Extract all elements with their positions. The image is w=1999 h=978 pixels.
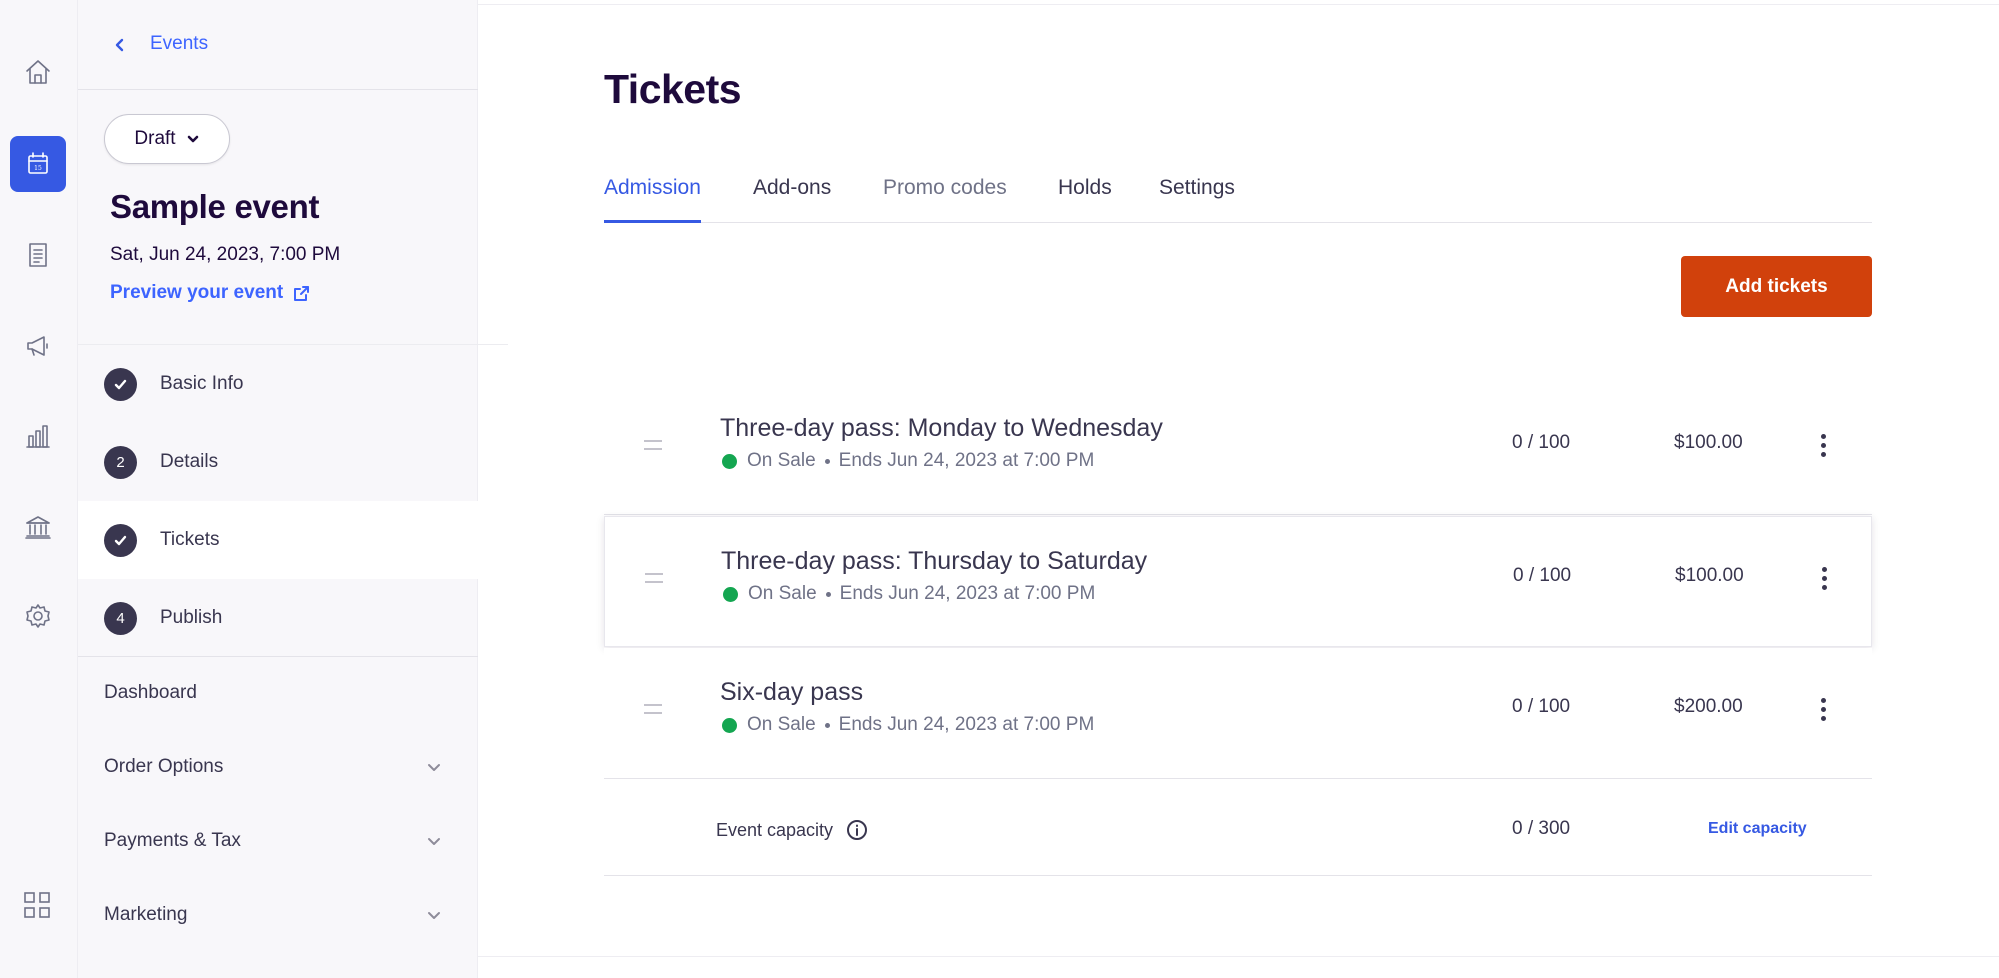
step-details[interactable]: 2 Details	[78, 423, 478, 501]
step-number-badge: 4	[104, 601, 137, 635]
ticket-price: $100.00	[1675, 565, 1744, 586]
ticket-status: On Sale Ends Jun 24, 2023 at 7:00 PM	[723, 583, 1095, 605]
check-icon	[114, 379, 127, 389]
back-to-events-link[interactable]: Events	[78, 0, 478, 90]
drag-handle-icon[interactable]	[644, 704, 662, 716]
ticket-status-label: On Sale	[748, 583, 817, 604]
calendar-icon[interactable]: 15	[10, 136, 66, 192]
separator-dot	[824, 458, 830, 464]
info-icon[interactable]	[845, 818, 869, 842]
tab-holds[interactable]: Holds	[1058, 170, 1112, 223]
bank-icon[interactable]	[10, 499, 66, 555]
drag-handle-icon[interactable]	[645, 573, 663, 585]
event-date: Sat, Jun 24, 2023, 7:00 PM	[110, 244, 341, 265]
status-dropdown[interactable]: Draft	[104, 114, 230, 164]
on-sale-status-dot	[722, 717, 737, 733]
step-tickets[interactable]: Tickets	[78, 501, 478, 579]
status-label: Draft	[134, 128, 176, 149]
step-label: Details	[160, 451, 219, 472]
bar-chart-icon[interactable]	[10, 408, 66, 464]
ticket-tabs: Admission Add-ons Promo codes Holds Sett…	[604, 170, 1872, 223]
ticket-status-label: On Sale	[747, 714, 816, 735]
nav-dashboard[interactable]: Dashboard	[78, 664, 478, 722]
bottom-divider	[478, 956, 1999, 957]
gear-icon[interactable]	[10, 588, 66, 644]
ticket-row[interactable]: Six-day pass On Sale Ends Jun 24, 2023 a…	[604, 648, 1872, 779]
sidebar-divider	[78, 656, 478, 657]
ticket-status: On Sale Ends Jun 24, 2023 at 7:00 PM	[722, 450, 1094, 472]
on-sale-status-dot	[723, 586, 738, 602]
more-options-icon[interactable]	[1808, 692, 1838, 726]
back-label: Events	[150, 32, 209, 54]
nav-label: Order Options	[104, 756, 224, 777]
ticket-end-date: Ends Jun 24, 2023 at 7:00 PM	[839, 583, 1096, 604]
tab-admission[interactable]: Admission	[604, 170, 701, 223]
add-tickets-button[interactable]: Add tickets	[1681, 256, 1872, 317]
top-divider	[478, 4, 1999, 5]
nav-label: Payments & Tax	[104, 830, 241, 851]
nav-order-options[interactable]: Order Options	[78, 738, 478, 796]
ticket-status: On Sale Ends Jun 24, 2023 at 7:00 PM	[722, 714, 1094, 736]
on-sale-status-dot	[722, 453, 737, 469]
tab-add-ons[interactable]: Add-ons	[753, 170, 831, 223]
separator-dot	[825, 591, 831, 597]
ticket-status-label: On Sale	[747, 450, 816, 471]
external-link-icon	[294, 285, 310, 301]
megaphone-icon[interactable]	[10, 318, 66, 374]
nav-payments-tax[interactable]: Payments & Tax	[78, 812, 478, 870]
event-title: Sample event	[110, 188, 320, 225]
ticket-quantity: 0 / 100	[1512, 696, 1571, 717]
svg-text:15: 15	[34, 165, 42, 172]
nav-label: Dashboard	[104, 682, 197, 703]
event-sidebar: Events Draft Sample event Sat, Jun 24, 2…	[78, 0, 508, 978]
separator-dot	[824, 722, 830, 728]
grid-icon[interactable]	[22, 890, 52, 920]
more-options-icon[interactable]	[1809, 561, 1839, 595]
ticket-name: Three-day pass: Thursday to Saturday	[721, 547, 1148, 575]
event-capacity-label-group: Event capacity	[716, 818, 869, 842]
ticket-name: Six-day pass	[720, 678, 864, 706]
tab-promo-codes[interactable]: Promo codes	[883, 170, 1007, 223]
edit-capacity-link[interactable]: Edit capacity	[1708, 820, 1807, 838]
step-complete-badge	[104, 523, 137, 557]
drag-handle-icon[interactable]	[644, 440, 662, 452]
event-capacity-label: Event capacity	[716, 819, 834, 840]
step-complete-badge	[104, 367, 137, 401]
event-capacity-row: Event capacity 0 / 300 Edit capacity	[604, 780, 1872, 876]
preview-label: Preview your event	[110, 282, 284, 303]
event-capacity-quantity: 0 / 300	[1512, 818, 1571, 839]
ticket-row[interactable]: Three-day pass: Thursday to Saturday On …	[604, 516, 1872, 647]
step-number-badge: 2	[104, 445, 137, 479]
tab-settings[interactable]: Settings	[1159, 170, 1235, 223]
ticket-quantity: 0 / 100	[1513, 565, 1572, 586]
ticket-quantity: 0 / 100	[1512, 432, 1571, 453]
nav-marketing[interactable]: Marketing	[78, 886, 478, 944]
chevron-down-icon	[187, 135, 198, 143]
home-icon[interactable]	[10, 44, 66, 100]
chevron-down-icon	[428, 764, 440, 771]
step-label: Basic Info	[160, 373, 244, 394]
more-options-icon[interactable]	[1808, 428, 1838, 462]
check-icon	[114, 535, 127, 545]
chevron-left-icon	[115, 38, 124, 51]
step-label: Publish	[160, 607, 223, 628]
icon-rail: 15	[0, 0, 78, 978]
chevron-down-icon	[428, 838, 440, 845]
step-label: Tickets	[160, 529, 220, 550]
preview-event-link[interactable]: Preview your event	[110, 282, 310, 304]
ticket-end-date: Ends Jun 24, 2023 at 7:00 PM	[838, 450, 1095, 471]
ticket-row[interactable]: Three-day pass: Monday to Wednesday On S…	[604, 384, 1872, 515]
chevron-down-icon	[428, 912, 440, 919]
step-basic-info[interactable]: Basic Info	[78, 345, 478, 423]
orders-icon[interactable]	[10, 227, 66, 283]
ticket-end-date: Ends Jun 24, 2023 at 7:00 PM	[838, 714, 1095, 735]
step-publish[interactable]: 4 Publish	[78, 579, 478, 657]
ticket-price: $200.00	[1674, 696, 1743, 717]
ticket-price: $100.00	[1674, 432, 1743, 453]
page-title: Tickets	[604, 66, 742, 112]
nav-label: Marketing	[104, 904, 188, 925]
ticket-name: Three-day pass: Monday to Wednesday	[720, 414, 1163, 442]
